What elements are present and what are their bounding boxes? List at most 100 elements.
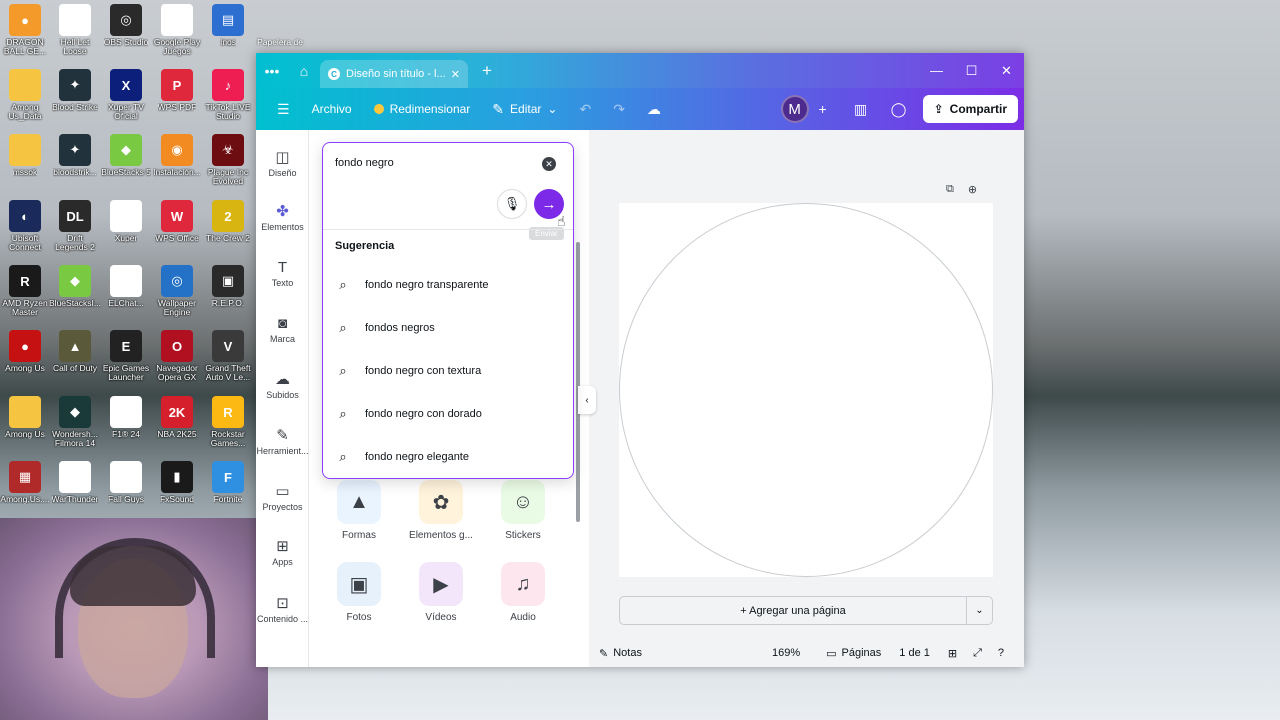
desktop-icon[interactable]: ◆ Wondersh... Filmora 14: [50, 396, 100, 449]
desktop-icon[interactable]: W WPS Office: [152, 200, 202, 243]
new-tab-button[interactable]: +: [472, 61, 502, 81]
tab-close-icon[interactable]: ✕: [451, 68, 460, 81]
duplicate-page-icon[interactable]: ⧉: [946, 183, 954, 196]
desktop-icon[interactable]: X Xuper TV Oficial: [101, 69, 151, 122]
add-page-button[interactable]: + Agregar una página: [620, 597, 966, 624]
edit-mode-button[interactable]: ✎ Editar ⌄: [481, 95, 568, 124]
panel-scrollbar[interactable]: [576, 242, 580, 522]
rail-item-texto[interactable]: T Texto: [256, 256, 309, 289]
zoom-level[interactable]: 169%: [772, 647, 800, 659]
desktop-icon[interactable]: DL Drift Legends 2: [50, 200, 100, 253]
desktop-icon[interactable]: mssok: [0, 134, 50, 177]
desktop-icon[interactable]: ◎ OBS Studio: [101, 4, 151, 47]
resize-button[interactable]: Redimensionar: [363, 96, 482, 122]
desktop-icon[interactable]: O Navegador Opera GX: [152, 330, 202, 383]
desktop-icon[interactable]: ◆ BlueStacks 5: [101, 134, 151, 177]
suggestion-item[interactable]: ⌕ fondo negro con textura: [335, 363, 563, 379]
grid-view-icon[interactable]: ⊞: [948, 647, 957, 660]
page-counter: 1 de 1: [899, 647, 930, 659]
desktop-icon[interactable]: ♪ TikTok LIVE Studio: [203, 69, 253, 122]
add-collaborator-button[interactable]: +: [809, 95, 837, 123]
suggestion-item[interactable]: ⌕ fondo negro elegante: [335, 449, 563, 465]
desktop-icon[interactable]: Xuper: [101, 200, 151, 243]
insights-button[interactable]: ▥: [847, 95, 875, 123]
home-icon[interactable]: ⌂: [288, 53, 320, 88]
add-page-chevron-icon[interactable]: ⌄: [966, 597, 992, 624]
collapse-panel-button[interactable]: ‹: [578, 386, 596, 414]
desktop-icon[interactable]: ▤ Inos: [203, 4, 253, 47]
suggestion-item[interactable]: ⌕ fondo negro con dorado: [335, 406, 563, 422]
desktop-icon[interactable]: ◉ Instalación...: [152, 134, 202, 177]
clear-search-button[interactable]: ✕: [542, 157, 556, 171]
desktop-icon[interactable]: ▲ Call of Duty: [50, 330, 100, 373]
desktop-icon[interactable]: Among Us: [0, 396, 50, 439]
category-tile[interactable]: ☺ Stickers: [483, 480, 563, 541]
notes-button[interactable]: ✎ Notas: [599, 647, 642, 660]
desktop-icon[interactable]: V Grand Theft Auto V Le...: [203, 330, 253, 383]
fullscreen-icon[interactable]: ⤢: [973, 647, 982, 660]
rail-item-contenido[interactable]: ⊡ Contenido ...: [256, 592, 309, 624]
desktop-icon[interactable]: ◎ Wallpaper Engine: [152, 265, 202, 318]
desktop-icon[interactable]: ◐ Ubisoft Connect: [0, 200, 50, 253]
desktop-icon[interactable]: ▮ FxSound: [152, 461, 202, 504]
rail-item-proyectos[interactable]: ▭ Proyectos: [256, 480, 309, 512]
search-input[interactable]: fondo negro: [335, 157, 394, 169]
design-page[interactable]: [619, 203, 993, 577]
add-page-icon[interactable]: ⊕: [968, 183, 977, 196]
edit-label: Editar: [510, 102, 542, 116]
circle-frame[interactable]: [619, 203, 993, 577]
more-icon[interactable]: •••: [256, 53, 288, 88]
rail-item-diseño[interactable]: ◫ Diseño: [256, 146, 309, 178]
comments-button[interactable]: ◯: [885, 95, 913, 123]
minimize-button[interactable]: —: [919, 63, 954, 79]
category-tile[interactable]: ▣ Fotos: [319, 562, 399, 623]
file-menu-button[interactable]: Archivo: [301, 96, 363, 122]
desktop-icon[interactable]: ▦ Among.Us....: [0, 461, 50, 504]
close-window-button[interactable]: ✕: [989, 63, 1024, 79]
desktop-icon[interactable]: ▣ R.E.P.O.: [203, 265, 253, 308]
desktop-icon[interactable]: Among Us_Data: [0, 69, 50, 122]
save-status-button[interactable]: ☁: [636, 95, 672, 124]
desktop-icon[interactable]: WarThunder: [50, 461, 100, 504]
undo-button[interactable]: ↶: [568, 95, 602, 124]
desktop-icon[interactable]: F1® 24: [101, 396, 151, 439]
desktop-icon[interactable]: ● DRAGON BALL GE...: [0, 4, 50, 57]
desktop-icon-label: Inos: [219, 38, 237, 47]
desktop-icon[interactable]: 2 The Crew 2: [203, 200, 253, 243]
voice-search-button[interactable]: 🎙: [497, 189, 527, 219]
desktop-icon[interactable]: R AMD Ryzen Master: [0, 265, 50, 318]
suggestion-item[interactable]: ⌕ fondo negro transparente: [335, 277, 563, 293]
desktop-icon[interactable]: ● Among Us: [0, 330, 50, 373]
rail-item-marca[interactable]: ◙ Marca: [256, 312, 309, 345]
desktop-icon[interactable]: Fall Guys: [101, 461, 151, 504]
share-button[interactable]: ⇪ Compartir: [922, 95, 1018, 123]
desktop-icon[interactable]: Hell Let Loose: [50, 4, 100, 57]
desktop-icon[interactable]: Google Play Juegos: [152, 4, 202, 57]
desktop-icon[interactable]: R Rockstar Games...: [203, 396, 253, 449]
desktop-icon[interactable]: ◆ BlueStacksI...: [49, 265, 101, 308]
browser-tab[interactable]: C Diseño sin título - l... ✕: [320, 60, 468, 88]
maximize-button[interactable]: ☐: [954, 63, 989, 79]
rail-item-elementos[interactable]: ✤ Elementos: [256, 200, 309, 232]
main-menu-button[interactable]: ☰: [266, 95, 301, 124]
desktop-icon[interactable]: ☣ Plague Inc Evolved: [203, 134, 253, 187]
desktop-icon[interactable]: 2K NBA 2K25: [152, 396, 202, 439]
category-tile[interactable]: ♫ Audio: [483, 562, 563, 623]
desktop-icon[interactable]: E Epic Games Launcher: [101, 330, 151, 383]
category-tile[interactable]: ✿ Elementos g...: [401, 480, 481, 541]
desktop-icon[interactable]: F Fortnite: [203, 461, 253, 504]
desktop-icon[interactable]: ✦ Blood Strike: [50, 69, 100, 112]
rail-item-apps[interactable]: ⊞ Apps: [256, 535, 309, 567]
rail-item-herramient[interactable]: ✎ Herramient...: [256, 424, 309, 456]
desktop-icon[interactable]: P WPS PDF: [152, 69, 202, 112]
pages-button[interactable]: ▭ Páginas: [826, 647, 881, 660]
category-tile[interactable]: ▶ Vídeos: [401, 562, 481, 623]
help-icon[interactable]: ?: [998, 647, 1004, 659]
suggestion-item[interactable]: ⌕ fondos negros: [335, 320, 563, 336]
category-tile[interactable]: ▲ Formas: [319, 480, 399, 541]
desktop-icon[interactable]: ✦ bloodstrik...: [50, 134, 100, 177]
avatar[interactable]: M: [780, 95, 809, 123]
rail-item-subidos[interactable]: ☁ Subidos: [256, 368, 309, 400]
desktop-icon[interactable]: ELChat...: [101, 265, 151, 308]
redo-button[interactable]: ↷: [602, 95, 636, 124]
